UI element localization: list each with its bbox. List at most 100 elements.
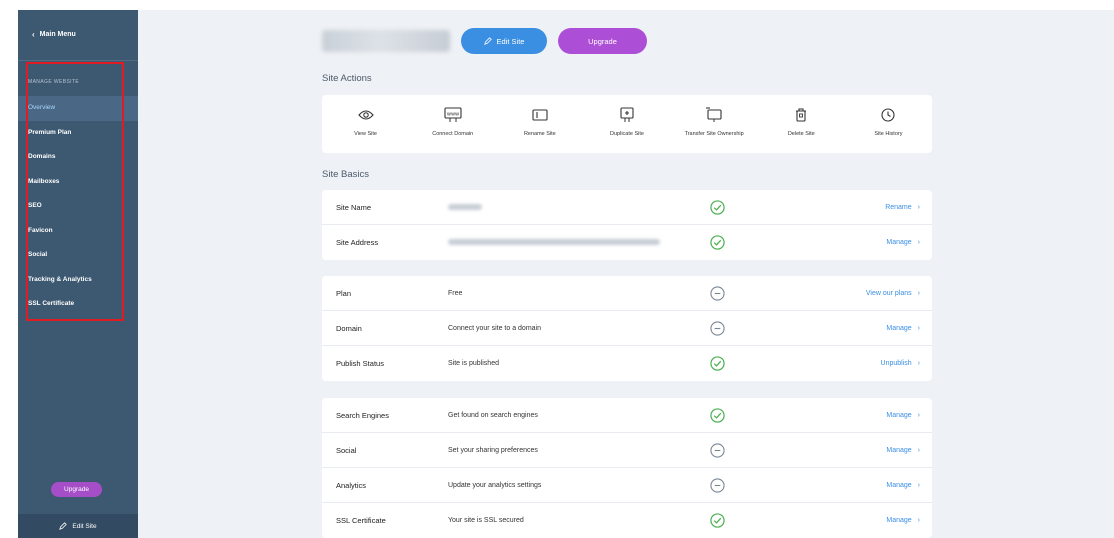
check-circle-icon	[710, 356, 725, 371]
sidebar-item-overview[interactable]: Overview	[18, 96, 138, 121]
site-history-action[interactable]: Site History	[845, 95, 932, 153]
row-label: SSL Certificate	[336, 516, 386, 525]
connect-domain-action[interactable]: www Connect Domain	[409, 95, 496, 153]
duplicate-site-label: Duplicate Site	[610, 131, 644, 137]
row-value: Free	[448, 290, 463, 297]
view-site-label: View Site	[354, 131, 377, 137]
sidebar: ‹ Main Menu MANAGE WEBSITE Overview Prem…	[18, 10, 138, 538]
sidebar-edit-site-button[interactable]: Edit Site	[18, 514, 138, 538]
check-circle-icon	[710, 513, 725, 528]
sidebar-item-domains[interactable]: Domains	[18, 145, 138, 170]
site-address-value-blurred	[448, 239, 660, 245]
site-actions-card: View Site www Connect Domain Rename Site…	[322, 95, 932, 153]
chevron-left-icon: ‹	[32, 30, 35, 39]
edit-site-label: Edit Site	[496, 36, 525, 46]
chevron-right-icon: ›	[917, 360, 920, 367]
sidebar-item-mailboxes[interactable]: Mailboxes	[18, 170, 138, 195]
action-label: Manage	[886, 447, 912, 454]
action-label: Manage	[886, 412, 912, 419]
row-label: Domain	[336, 324, 362, 333]
site-basics-card: Site Name Rename › Site Address Manage ›	[322, 190, 932, 260]
manage-link[interactable]: Manage ›	[886, 398, 920, 433]
check-circle-icon	[710, 408, 725, 423]
chevron-right-icon: ›	[917, 204, 920, 211]
table-row: Plan Free View our plans ›	[322, 276, 932, 311]
plan-card: Plan Free View our plans › Domain Connect…	[322, 276, 932, 381]
rename-link[interactable]: Rename ›	[885, 190, 920, 225]
manage-link[interactable]: Manage ›	[886, 468, 920, 503]
clock-icon	[879, 106, 897, 124]
main-menu-link[interactable]: ‹ Main Menu	[32, 30, 76, 39]
table-row: Site Name Rename ›	[322, 190, 932, 225]
manage-link[interactable]: Manage ›	[886, 311, 920, 346]
action-label: Unpublish	[880, 360, 912, 367]
eye-icon	[357, 106, 375, 124]
minus-circle-icon	[710, 443, 725, 458]
rename-site-action[interactable]: Rename Site	[496, 95, 583, 153]
chevron-right-icon: ›	[917, 325, 920, 332]
manage-link[interactable]: Manage ›	[886, 225, 920, 260]
site-history-label: Site History	[874, 131, 903, 137]
check-circle-icon	[710, 200, 725, 215]
sidebar-section-label: MANAGE WEBSITE	[28, 79, 80, 85]
upgrade-button[interactable]: Upgrade	[558, 28, 647, 54]
row-label: Social	[336, 446, 357, 455]
edit-site-button[interactable]: Edit Site	[461, 28, 547, 54]
duplicate-icon	[618, 106, 636, 124]
view-our-plans-link[interactable]: View our plans ›	[866, 276, 920, 311]
view-site-action[interactable]: View Site	[322, 95, 409, 153]
transfer-icon	[705, 106, 723, 124]
connect-domain-label: Connect Domain	[432, 131, 474, 137]
row-value: Get found on search engines	[448, 412, 538, 419]
row-value: Your site is SSL secured	[448, 517, 524, 524]
table-row: Publish Status Site is published Unpubli…	[322, 346, 932, 381]
action-label: View our plans	[865, 290, 912, 297]
chevron-right-icon: ›	[917, 517, 920, 524]
row-label: Site Address	[336, 238, 379, 247]
row-label: Publish Status	[336, 359, 384, 368]
action-label: Manage	[886, 325, 912, 332]
sidebar-item-ssl-certificate[interactable]: SSL Certificate	[18, 292, 138, 317]
row-value: Update your analytics settings	[448, 482, 542, 489]
row-value: Set your sharing preferences	[448, 447, 538, 454]
unpublish-link[interactable]: Unpublish ›	[881, 346, 920, 381]
row-label: Plan	[336, 289, 352, 298]
sidebar-nav: Overview Premium Plan Domains Mailboxes …	[18, 96, 138, 317]
table-row: Social Set your sharing preferences Mana…	[322, 433, 932, 468]
chevron-right-icon: ›	[917, 239, 920, 246]
sidebar-upgrade-button[interactable]: Upgrade	[51, 482, 102, 497]
manage-link[interactable]: Manage ›	[886, 503, 920, 538]
delete-site-action[interactable]: Delete Site	[758, 95, 845, 153]
transfer-site-ownership-action[interactable]: Transfer Site Ownership	[671, 95, 758, 153]
sidebar-item-favicon[interactable]: Favicon	[18, 219, 138, 244]
chevron-right-icon: ›	[917, 447, 920, 454]
minus-circle-icon	[710, 286, 725, 301]
action-label: Manage	[886, 517, 912, 524]
manage-link[interactable]: Manage ›	[886, 433, 920, 468]
table-row: Site Address Manage ›	[322, 225, 932, 260]
site-basics-title: Site Basics	[322, 169, 369, 180]
main-menu-label: Main Menu	[39, 31, 76, 38]
action-label: Manage	[886, 239, 912, 246]
sidebar-item-social[interactable]: Social	[18, 243, 138, 268]
settings-card: Search Engines Get found on search engin…	[322, 398, 932, 538]
sidebar-item-tracking-analytics[interactable]: Tracking & Analytics	[18, 268, 138, 293]
action-label: Rename	[885, 204, 912, 211]
trash-icon	[792, 106, 810, 124]
minus-circle-icon	[710, 478, 725, 493]
row-value: Connect your site to a domain	[448, 325, 541, 332]
site-title-blurred	[322, 30, 450, 52]
chevron-right-icon: ›	[917, 412, 920, 419]
delete-site-label: Delete Site	[787, 131, 815, 137]
sidebar-divider	[18, 60, 138, 61]
sidebar-item-seo[interactable]: SEO	[18, 194, 138, 219]
sidebar-edit-site-label: Edit Site	[72, 522, 97, 530]
duplicate-site-action[interactable]: Duplicate Site	[583, 95, 670, 153]
table-row: Analytics Update your analytics settings…	[322, 468, 932, 503]
pencil-icon	[483, 37, 492, 45]
row-label: Search Engines	[336, 411, 389, 420]
main-content: Edit Site Upgrade Site Actions View Site…	[138, 10, 1114, 538]
pencil-icon	[59, 522, 68, 530]
sidebar-item-premium-plan[interactable]: Premium Plan	[18, 121, 138, 146]
chevron-right-icon: ›	[917, 482, 920, 489]
